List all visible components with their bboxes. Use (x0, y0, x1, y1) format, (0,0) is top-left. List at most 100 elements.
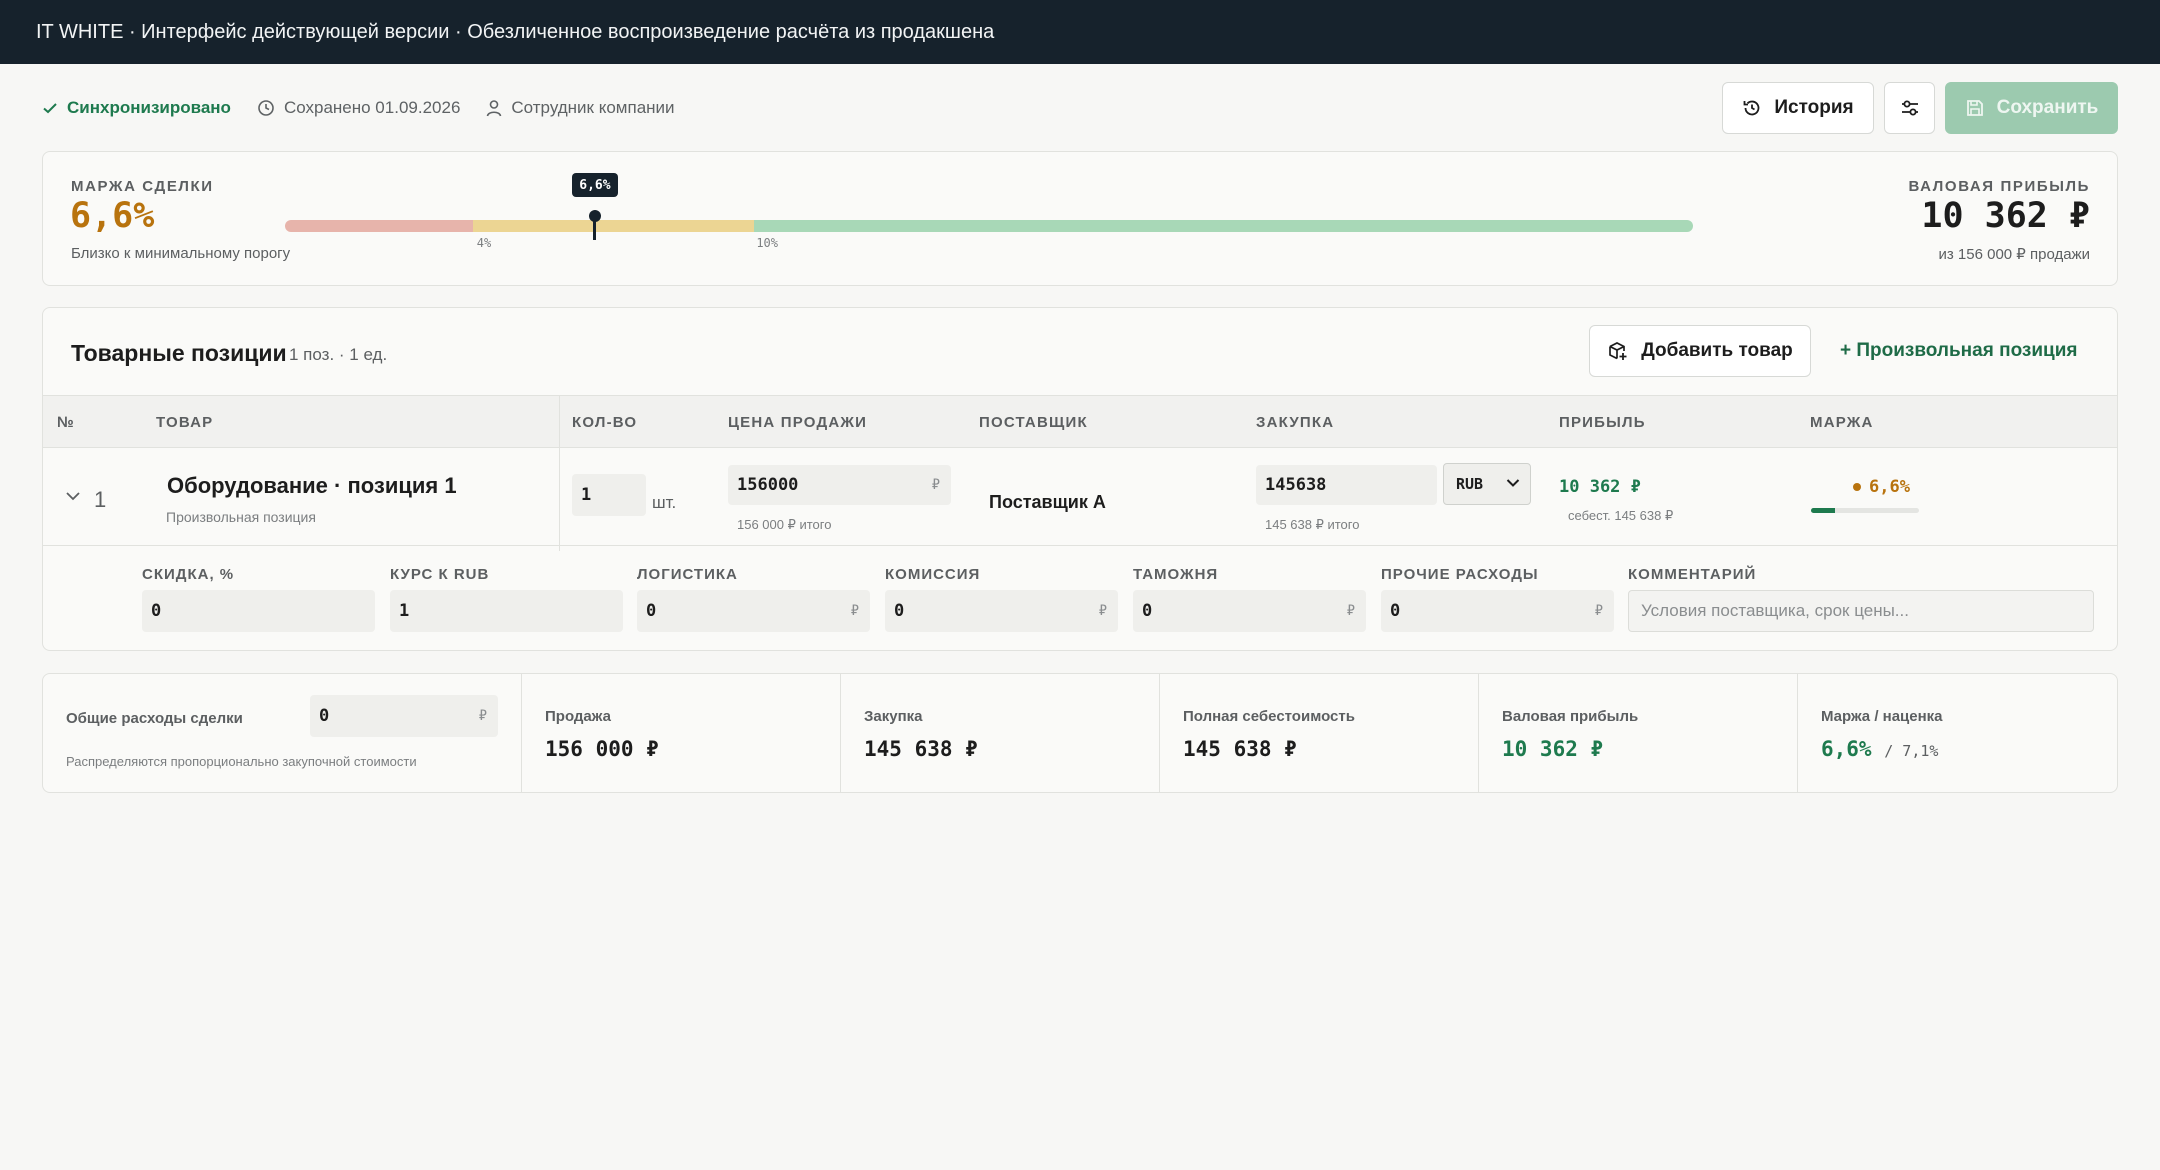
gross-value: 10 362 ₽ (1502, 737, 1604, 761)
product-name[interactable]: Оборудование · позиция 1 (167, 473, 457, 499)
gross-profit-note: из 156 000 ₽ продажи (1938, 246, 2090, 263)
margin-markup-label: Маржа / наценка (1821, 708, 1943, 725)
table-row: 1 Оборудование · позиция 1 Произвольная … (43, 449, 2117, 545)
col-qty: КОЛ-ВО (572, 414, 638, 431)
customs-value: 0 (1142, 601, 1153, 621)
row-margin-value: 6,6% (1869, 477, 1910, 497)
rate-input[interactable]: 1 (390, 590, 623, 632)
gross-profit-value: 10 362 ₽ (1921, 196, 2090, 236)
overhead-value: 0 (319, 706, 330, 726)
threshold-low-label: 4% (476, 236, 492, 250)
check-icon (43, 103, 57, 114)
col-purchase: ЗАКУПКА (1256, 414, 1335, 431)
col-price: ЦЕНА ПРОДАЖИ (728, 414, 868, 431)
items-card: Товарные позиции 1 поз. · 1 ед. Добавить… (42, 307, 2118, 651)
margin-pin-tooltip: 6,6% (572, 173, 618, 197)
rate-label: КУРС К RUB (390, 566, 490, 583)
commission-label: КОМИССИЯ (885, 566, 981, 583)
deal-margin-note: Близко к минимальному порогу (71, 245, 291, 262)
row-margin-progress (1811, 508, 1919, 513)
save-button-label: Сохранить (1996, 97, 2099, 118)
full-cost-value: 145 638 ₽ (1183, 737, 1297, 761)
overhead-input[interactable]: 0 ₽ (310, 695, 498, 737)
rate-value: 1 (399, 601, 410, 621)
quantity-value: 1 (581, 485, 592, 505)
margin-zone-high (754, 220, 1693, 232)
col-num: № (57, 414, 75, 431)
commission-value: 0 (894, 601, 905, 621)
chevron-down-icon (1506, 479, 1520, 487)
other-expenses-input[interactable]: 0 ₽ (1381, 590, 1614, 632)
app-title: IT WHITE · Интерфейс действующей версии … (36, 20, 995, 43)
save-button[interactable]: Сохранить (1945, 82, 2118, 134)
items-table-header: № ТОВАР КОЛ-ВО ЦЕНА ПРОДАЖИ ПОСТАВЩИК ЗА… (43, 395, 2117, 448)
purchase-label: Закупка (864, 708, 923, 725)
customs-label: ТАМОЖНЯ (1133, 566, 1219, 583)
user-icon (487, 100, 502, 117)
overhead-note: Распределяются пропорционально закупочно… (66, 754, 417, 769)
discount-input[interactable]: 0 (142, 590, 375, 632)
saved-status: Сохранено 01.09.2026 (257, 98, 460, 118)
deal-margin-label: МАРЖА СДЕЛКИ (71, 178, 214, 195)
sync-status-label: Синхронизировано (67, 98, 231, 117)
deal-margin-value: 6,6% (70, 196, 155, 236)
status-toolbar: Синхронизировано Сохранено 01.09.2026 Со… (42, 90, 701, 126)
history-button-label: История (1774, 97, 1854, 118)
user-info: Сотрудник компании (486, 98, 675, 118)
comment-placeholder: Условия поставщика, срок цены... (1641, 601, 1909, 620)
items-count: 1 поз. · 1 ед. (289, 345, 388, 364)
discount-label: СКИДКА, % (142, 566, 235, 583)
summary-margin-value: 6,6% (1821, 737, 1872, 761)
other-expenses-currency: ₽ (1594, 603, 1603, 619)
summary-markup-value: / 7,1% (1884, 742, 1939, 760)
overhead-label: Общие расходы сделки (66, 710, 243, 727)
row-cost-note: себест. 145 638 ₽ (1568, 508, 1674, 523)
add-custom-item-link[interactable]: + Произвольная позиция (1840, 340, 2078, 362)
customs-currency: ₽ (1346, 603, 1355, 619)
saved-status-label: Сохранено 01.09.2026 (283, 98, 461, 117)
col-supplier: ПОСТАВЩИК (979, 414, 1088, 431)
sliders-icon (1901, 100, 1918, 116)
sale-price-input[interactable]: 156000 ₽ (728, 465, 951, 505)
margin-markup-value: 6,6% / 7,1% (1821, 737, 1938, 761)
currency-select[interactable]: RUB (1443, 463, 1531, 505)
expand-row-toggle[interactable] (65, 489, 81, 507)
comment-label: КОММЕНТАРИЙ (1628, 566, 1757, 583)
margin-zone-low (285, 220, 473, 232)
logistics-label: ЛОГИСТИКА (637, 566, 738, 583)
purchase-price-input[interactable]: 145638 (1256, 465, 1437, 505)
summary-purchase: Закупка 145 638 ₽ (840, 674, 1159, 792)
margin-scale-bar (285, 220, 1693, 232)
sale-price-value: 156000 (737, 475, 799, 495)
floppy-icon (1966, 100, 1983, 116)
margin-status-dot (1853, 483, 1861, 491)
summary-full-cost: Полная себестоимость 145 638 ₽ (1159, 674, 1478, 792)
commission-input[interactable]: 0 ₽ (885, 590, 1118, 632)
history-button[interactable]: История (1722, 82, 1874, 134)
row-margin-progress-fill (1811, 508, 1835, 513)
logistics-currency: ₽ (850, 603, 859, 619)
deal-margin-card: МАРЖА СДЕЛКИ 6,6% Близко к минимальному … (42, 151, 2118, 286)
commission-currency: ₽ (1098, 603, 1107, 619)
logistics-value: 0 (646, 601, 657, 621)
logistics-input[interactable]: 0 ₽ (637, 590, 870, 632)
currency-select-value: RUB (1456, 475, 1484, 493)
customs-input[interactable]: 0 ₽ (1133, 590, 1366, 632)
col-margin: МАРЖА (1810, 414, 1874, 431)
settings-button[interactable] (1884, 82, 1935, 134)
row-number: 1 (94, 487, 107, 512)
comment-input[interactable]: Условия поставщика, срок цены... (1628, 590, 2094, 632)
other-expenses-value: 0 (1390, 601, 1401, 621)
sale-label: Продажа (545, 708, 611, 725)
supplier-name[interactable]: Поставщик А (989, 492, 1106, 513)
deal-summary-card: Общие расходы сделки 0 ₽ Распределяются … (42, 673, 2118, 793)
add-product-button-label: Добавить товар (1641, 340, 1793, 361)
sale-price-currency: ₽ (931, 477, 940, 493)
history-icon (1743, 100, 1760, 116)
clock-icon (258, 100, 274, 116)
quantity-input[interactable]: 1 (572, 474, 646, 516)
purchase-value: 145 638 ₽ (864, 737, 978, 761)
quantity-unit: шт. (652, 493, 677, 512)
add-product-button[interactable]: Добавить товар (1589, 325, 1811, 377)
sale-price-total: 156 000 ₽ итого (737, 517, 832, 532)
